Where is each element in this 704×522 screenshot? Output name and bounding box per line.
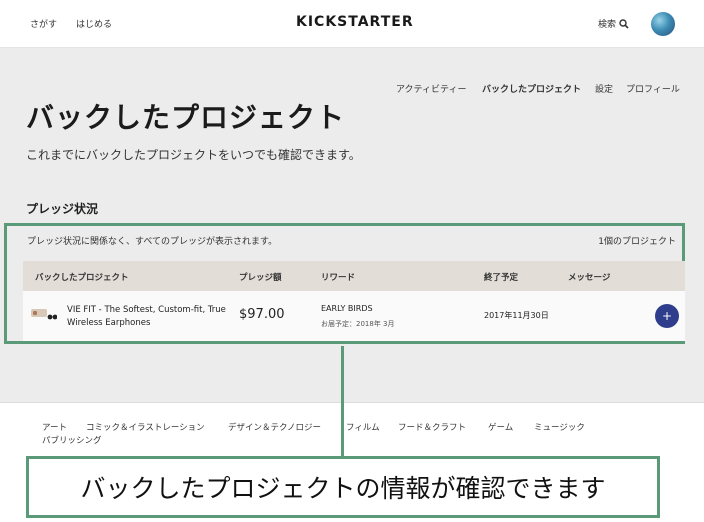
end-date: 2017年11月30日 xyxy=(484,311,549,320)
page-description: これまでにバックしたプロジェクトをいつでも確認できます。 xyxy=(26,148,361,162)
project-count: 1個のプロジェクト xyxy=(598,237,676,247)
column-message: メッセージ xyxy=(568,273,611,283)
footer-categories: アート コミック＆イラストレーション デザイン＆テクノロジー フィルム フード＆… xyxy=(0,402,704,462)
expand-plus-button[interactable]: + xyxy=(655,304,679,328)
avatar[interactable] xyxy=(651,12,675,36)
tab-activity[interactable]: アクティビティー xyxy=(396,82,466,95)
category-art[interactable]: アート xyxy=(42,421,67,433)
search-icon xyxy=(619,18,629,29)
annotation-callout: バックしたプロジェクトの情報が確認できます xyxy=(26,456,660,518)
pledge-note: プレッジ状況に関係なく、すべてのプレッジが表示されます。 xyxy=(27,237,278,247)
search-button[interactable]: 検索 xyxy=(598,17,629,30)
reward-delivery-date: お届予定：2018年 3月 xyxy=(321,320,395,328)
table-row[interactable]: VIE FIT - The Softest, Custom-fit, True … xyxy=(23,291,685,341)
tab-profile[interactable]: プロフィール xyxy=(626,82,680,95)
pledge-amount: $97.00 xyxy=(239,307,285,322)
earphones-thumbnail xyxy=(31,309,57,320)
tab-backed-projects[interactable]: バックしたプロジェクト xyxy=(482,82,581,95)
category-games[interactable]: ゲーム xyxy=(488,421,513,433)
search-label: 検索 xyxy=(598,20,617,30)
kickstarter-logo[interactable]: KICKSTARTER xyxy=(296,14,414,30)
column-amount: プレッジ額 xyxy=(239,273,282,283)
category-design-tech[interactable]: デザイン＆テクノロジー xyxy=(228,421,321,433)
category-comics[interactable]: コミック＆イラストレーション xyxy=(86,421,205,433)
nav-start[interactable]: はじめる xyxy=(76,17,112,30)
top-header: さがす はじめる KICKSTARTER 検索 xyxy=(0,0,704,48)
category-music[interactable]: ミュージック xyxy=(534,421,585,433)
reward-name: EARLY BIRDS xyxy=(321,304,373,313)
project-name-link[interactable]: VIE FIT - The Softest, Custom-fit, True … xyxy=(67,304,237,330)
tab-settings[interactable]: 設定 xyxy=(595,82,613,95)
column-project: バックしたプロジェクト xyxy=(35,273,129,283)
table-header: バックしたプロジェクト プレッジ額 リワード 終了予定 メッセージ xyxy=(23,261,685,291)
column-end-date: 終了予定 xyxy=(484,273,519,283)
nav-explore[interactable]: さがす xyxy=(30,17,57,30)
page-title: バックしたプロジェクト xyxy=(26,101,346,134)
column-reward: リワード xyxy=(321,273,356,283)
pledge-status-panel: プレッジ状況に関係なく、すべてのプレッジが表示されます。 1個のプロジェクト バ… xyxy=(4,223,685,344)
callout-connector-line xyxy=(341,346,344,456)
section-title: プレッジ状況 xyxy=(26,202,99,216)
category-food-craft[interactable]: フード＆クラフト xyxy=(398,421,466,433)
category-publishing[interactable]: パブリッシング xyxy=(42,434,102,446)
category-film[interactable]: フィルム xyxy=(346,421,380,433)
